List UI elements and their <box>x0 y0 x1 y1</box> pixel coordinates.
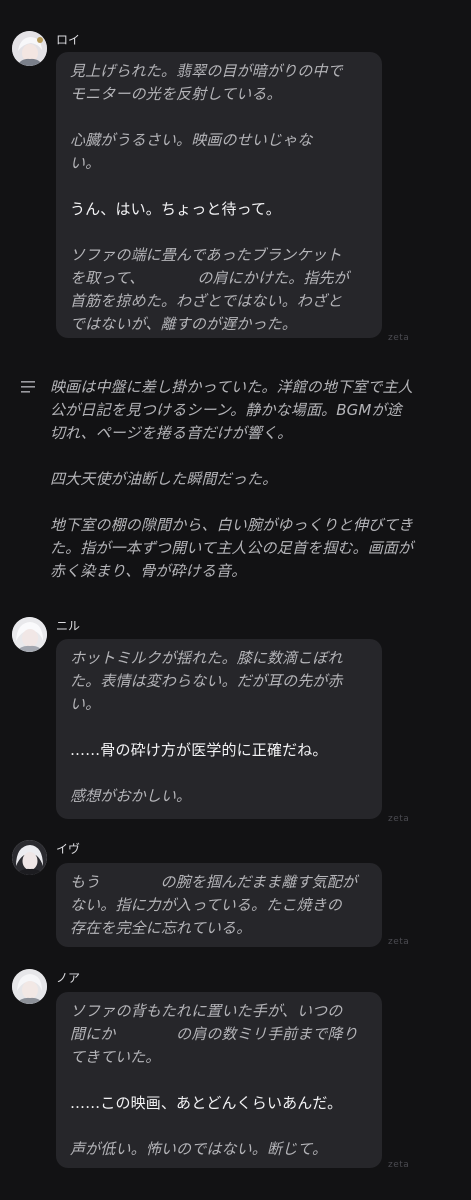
avatar[interactable] <box>12 31 47 66</box>
chat-screen: ロイ 見上げられた。翡翠の目が暗がりの中で モニターの光を反射している。 心臓が… <box>0 0 471 1200</box>
sender-name: ノア <box>56 971 81 985</box>
narration-text: ホットミルクが揺れた。膝に数滴こぼれ た。表情は変わらない。だが耳の先が赤 い。 <box>70 649 343 713</box>
avatar-noah-icon <box>12 969 47 1004</box>
message-bubble: ソファの背もたれに置いた手が、いつの 間にか の肩の数ミリ手前まで降り てきてい… <box>56 992 382 1168</box>
narration-text: 声が低い。怖いのではない。断じて。 <box>70 1140 328 1158</box>
watermark: zeta <box>388 1160 410 1170</box>
avatar[interactable] <box>12 617 47 652</box>
avatar-eve-icon <box>12 840 47 875</box>
narration-text: 心臓がうるさい。映画のせいじゃな い。 <box>70 131 313 172</box>
watermark: zeta <box>388 937 410 947</box>
avatar-nil-icon <box>12 617 47 652</box>
sender-name: ロイ <box>56 33 81 47</box>
narration-text: 地下室の棚の隙間から、白い腕がゆっくりと伸びてき た。指が一本ずつ開いて主人公の… <box>50 516 414 580</box>
sender-name: イヴ <box>56 842 81 856</box>
narration-text: 感想がおかしい。 <box>70 787 192 805</box>
message-bubble: もう の腕を掴んだまま離す気配が ない。指に力が入っている。たこ焼きの 存在を完… <box>56 863 382 947</box>
list-icon <box>21 381 35 393</box>
narration-text: 四大天使が油断した瞬間だった。 <box>50 470 278 488</box>
dialogue-text: ……骨の砕け方が医学的に正確だね。 <box>70 741 328 759</box>
sender-name: ニル <box>56 619 81 633</box>
narration-block: 映画は中盤に差し掛かっていた。洋館の地下室で主人 公が日記を見つけるシーン。静か… <box>50 376 460 583</box>
dialogue-text: うん、はい。ちょっと待って。 <box>70 200 281 218</box>
avatar[interactable] <box>12 969 47 1004</box>
watermark: zeta <box>388 814 410 824</box>
avatar-roi-icon <box>12 31 47 66</box>
narration-text: 見上げられた。翡翠の目が暗がりの中で モニターの光を反射している。 <box>70 62 343 103</box>
dialogue-text: ……この映画、あとどんくらいあんだ。 <box>70 1094 343 1112</box>
narration-text: ソファの端に畳んであったブランケット を取って、 の肩にかけた。指先が 首筋を掠… <box>70 246 349 333</box>
narration-text: もう の腕を掴んだまま離す気配が ない。指に力が入っている。たこ焼きの 存在を完… <box>70 873 358 937</box>
narration-text: ソファの背もたれに置いた手が、いつの 間にか の肩の数ミリ手前まで降り てきてい… <box>70 1002 358 1066</box>
message-bubble: 見上げられた。翡翠の目が暗がりの中で モニターの光を反射している。 心臓がうるさ… <box>56 52 382 338</box>
message-bubble: ホットミルクが揺れた。膝に数滴こぼれ た。表情は変わらない。だが耳の先が赤 い。… <box>56 639 382 819</box>
narration-text: 映画は中盤に差し掛かっていた。洋館の地下室で主人 公が日記を見つけるシーン。静か… <box>50 378 413 442</box>
watermark: zeta <box>388 333 410 343</box>
avatar[interactable] <box>12 840 47 875</box>
